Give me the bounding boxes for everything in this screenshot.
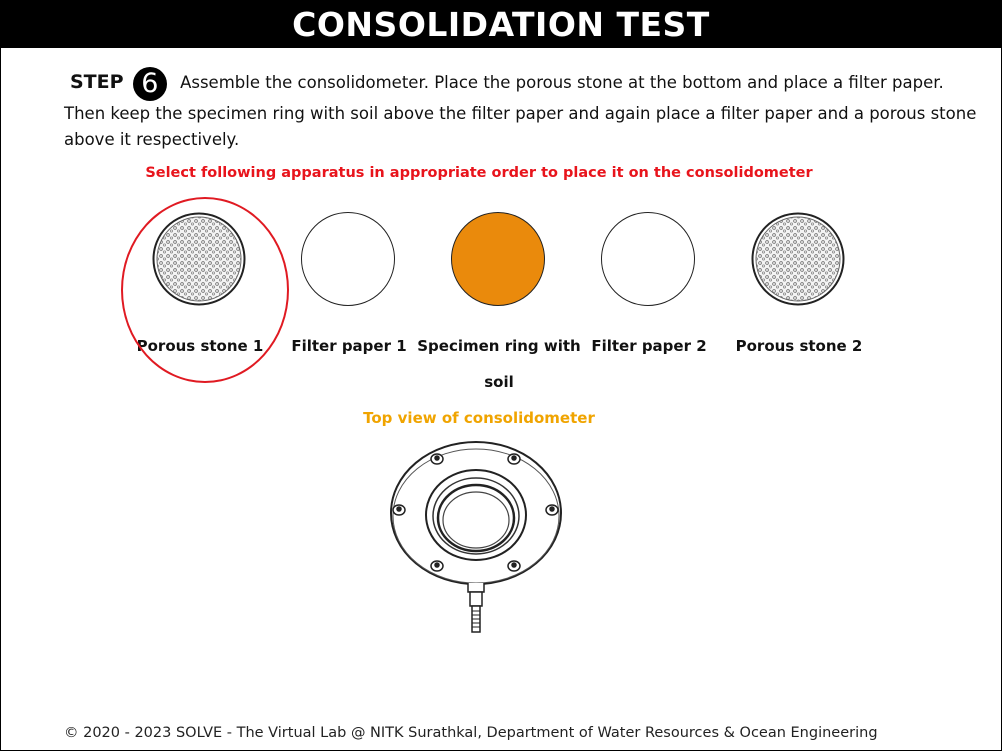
filter-paper-icon[interactable] (301, 212, 395, 306)
porous-stone-icon[interactable] (751, 212, 845, 306)
consolidometer-top-view[interactable] (386, 440, 566, 639)
apparatus-label: Porous stone 2 (735, 337, 863, 355)
consolidometer-icon (390, 441, 562, 633)
step-text: Assemble the consolidometer. Place the p… (64, 73, 977, 149)
filter-paper-icon[interactable] (601, 212, 695, 306)
porous-stone-icon[interactable] (152, 212, 246, 306)
apparatus-porous-stone-2[interactable]: Porous stone 2 (736, 212, 862, 355)
title-bar: CONSOLIDATION TEST (0, 0, 1002, 48)
specimen-ring-icon[interactable] (451, 212, 545, 306)
apparatus-specimen-ring[interactable]: Specimen ring with soil (417, 212, 581, 391)
apparatus-filter-paper-2[interactable]: Filter paper 2 (591, 212, 707, 355)
apparatus-filter-paper-1[interactable]: Filter paper 1 (291, 212, 407, 355)
page-title: CONSOLIDATION TEST (292, 4, 710, 44)
selection-instruction: Select following apparatus in appropriat… (145, 165, 813, 181)
step-label: STEP (70, 71, 124, 93)
footer-copyright: © 2020 - 2023 SOLVE - The Virtual Lab @ … (64, 725, 878, 741)
step-instructions: STEP 6 Assemble the consolidometer. Plac… (64, 67, 982, 153)
consolidometer-caption: Top view of consolidometer (363, 409, 595, 427)
apparatus-porous-stone-1[interactable]: Porous stone 1 (137, 212, 263, 355)
step-number-badge: 6 (132, 67, 167, 101)
